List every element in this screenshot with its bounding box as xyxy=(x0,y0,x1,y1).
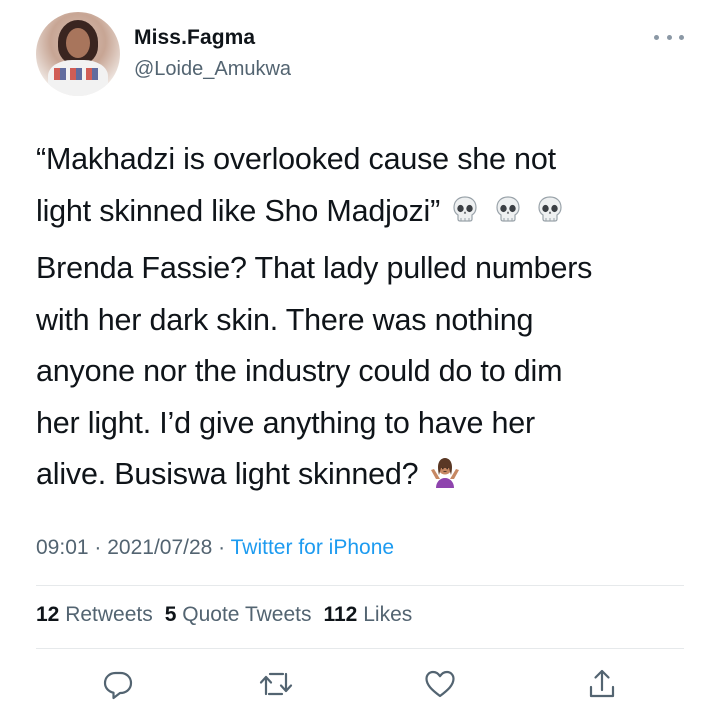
tweet-meta: 09:01 · 2021/07/28 · Twitter for iPhone xyxy=(36,536,394,560)
tweet-date[interactable]: 2021/07/28 xyxy=(107,536,212,559)
tweet-line: Brenda Fassie? That lady pulled numbers xyxy=(36,251,593,285)
likes-stat[interactable]: 112 Likes xyxy=(323,603,412,626)
display-name[interactable]: Miss.Fagma xyxy=(134,26,255,50)
retweet-icon xyxy=(259,672,293,696)
quote-tweets-count: 5 xyxy=(164,603,177,626)
avatar-face xyxy=(66,28,90,58)
reply-icon xyxy=(103,671,133,700)
tweet-time[interactable]: 09:01 xyxy=(36,536,89,559)
likes-label: Likes xyxy=(363,603,413,626)
action-bar xyxy=(0,664,720,708)
divider xyxy=(36,648,684,649)
user-handle[interactable]: @Loide_Amukwa xyxy=(134,58,291,81)
tweet-line: with her dark skin. There was nothing xyxy=(36,302,534,337)
skull-emoji-icon xyxy=(448,192,482,244)
retweet-button[interactable] xyxy=(256,664,296,704)
like-icon xyxy=(425,670,455,698)
share-button[interactable] xyxy=(582,664,622,704)
like-button[interactable] xyxy=(420,664,460,704)
avatar[interactable] xyxy=(36,12,120,96)
skull-emoji-icon xyxy=(533,192,567,244)
retweets-label: Retweets xyxy=(65,603,153,626)
skull-emoji-icon xyxy=(491,192,525,244)
meta-separator: · xyxy=(212,536,231,559)
retweets-count: 12 xyxy=(36,603,60,626)
reply-button[interactable] xyxy=(98,664,138,704)
person-shrugging-emoji-icon xyxy=(427,454,463,507)
tweet-stats: 12 Retweets 5 Quote Tweets 112 Likes xyxy=(36,603,412,627)
tweet-text: “Makhadzi is overlooked cause she not li… xyxy=(36,134,696,507)
likes-count: 112 xyxy=(323,603,358,626)
share-icon xyxy=(589,669,615,698)
tweet-line: “Makhadzi is overlooked cause she not xyxy=(36,142,556,176)
more-options-icon[interactable] xyxy=(654,30,684,44)
retweets-stat[interactable]: 12 Retweets xyxy=(36,603,153,626)
tweet-line: alive. Busiswa light skinned? xyxy=(36,457,419,491)
tweet-line: her light. I’d give anything to have her xyxy=(36,405,535,440)
tweet-container: Miss.Fagma @Loide_Amukwa “Makhadzi is ov… xyxy=(0,0,720,716)
tweet-line: anyone nor the industry could do to dim xyxy=(36,354,563,388)
tweet-source-link[interactable]: Twitter for iPhone xyxy=(231,536,394,559)
avatar-shirt-pattern xyxy=(54,68,102,80)
divider xyxy=(36,585,684,586)
meta-separator: · xyxy=(88,536,108,559)
tweet-line: light skinned like Sho Madjozi” xyxy=(36,193,441,228)
quote-tweets-stat[interactable]: 5 Quote Tweets xyxy=(165,603,312,626)
quote-tweets-label: Quote Tweets xyxy=(182,603,312,626)
